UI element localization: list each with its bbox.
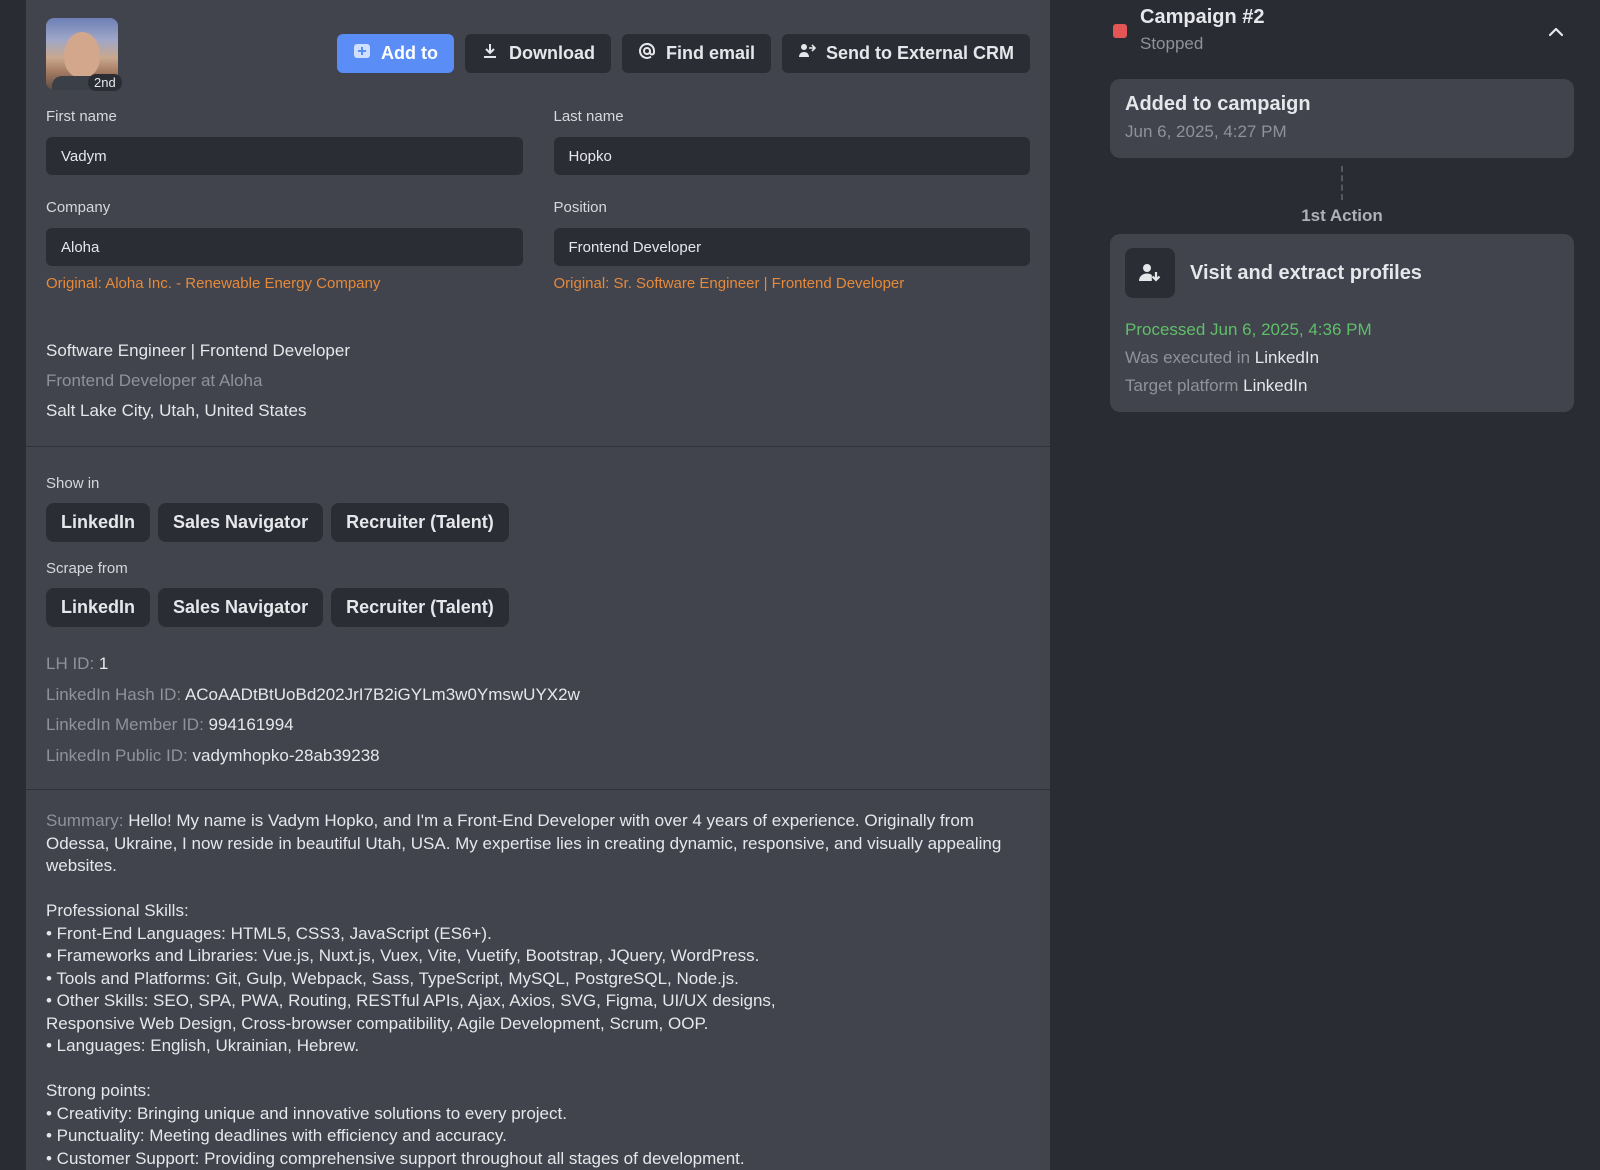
company-original: Original: Aloha Inc. - Renewable Energy … [46,275,381,292]
first-name-field[interactable]: Vadym [46,137,523,175]
send-crm-label: Send to External CRM [825,43,1014,63]
timeline-connector [1341,166,1343,200]
summary-label: Summary: [46,811,124,830]
download-button[interactable]: Download [464,34,611,73]
find-email-label: Find email [665,43,755,63]
platform-section: Show in LinkedIn Sales Navigator Recruit… [26,447,1050,789]
lh-id-label: LH ID: [46,654,95,673]
avatar-face [64,32,100,78]
lh-id-row: LH ID: 1 [46,649,1030,680]
added-date: Jun 6, 2025, 4:27 PM [1125,122,1287,141]
download-icon [481,42,499,65]
add-to-button[interactable]: Add to [336,34,454,73]
profile-ids: LH ID: 1 LinkedIn Hash ID: ACoAADtBtUoBd… [46,645,1030,789]
crm-users-icon [798,42,817,65]
lh-id-value: 1 [98,654,109,673]
public-id-value: vadymhopko-28ab39238 [192,745,380,765]
last-name-field[interactable]: Hopko [553,137,1030,175]
download-label: Download [508,43,595,63]
public-id-row: LinkedIn Public ID: vadymhopko-28ab39238 [46,741,1030,772]
public-id-label: LinkedIn Public ID: [46,745,188,765]
status-indicator [1113,24,1127,38]
add-to-icon [353,42,371,65]
added-to-campaign-card: Added to campaign Jun 6, 2025, 4:27 PM [1110,79,1574,158]
first-name-label: First name [46,108,117,125]
show-in-linkedin[interactable]: LinkedIn [46,503,151,542]
scrape-from-recruiter[interactable]: Recruiter (Talent) [331,588,509,627]
scrape-from-sales-navigator[interactable]: Sales Navigator [158,588,324,627]
last-name-label: Last name [553,108,624,125]
hash-id-value: ACoAADtBtUoBd202JrI7B2iGYLm3w0YmswUYX2w [184,684,580,704]
find-email-button[interactable]: Find email [621,34,771,73]
send-crm-button[interactable]: Send to External CRM [781,34,1030,73]
executed-in: Was executed in LinkedIn [1125,348,1559,368]
profile-panel: 2nd Add to Download Find email Send to E… [26,0,1050,1170]
processed-status: Processed Jun 6, 2025, 4:36 PM [1125,320,1372,339]
executed-label: Was executed in [1125,348,1251,367]
position-label: Position [553,199,607,216]
campaign-title: Campaign #2 [1140,6,1265,28]
target-value: LinkedIn [1243,376,1308,395]
at-sign-icon [638,42,656,65]
headline: Software Engineer | Frontend Developer [46,341,350,360]
campaign-status: Stopped [1140,34,1204,53]
position-field[interactable]: Frontend Developer [553,228,1030,266]
hash-id-label: LinkedIn Hash ID: [46,684,182,704]
profile-header: 2nd Add to Download Find email Send to E… [26,0,1050,108]
campaign-header[interactable]: Campaign #2 Stopped [1110,0,1574,66]
scrape-from-label: Scrape from [46,560,128,577]
profile-actions: Add to Download Find email Send to Exter… [336,34,1030,73]
action-card[interactable]: Visit and extract profiles Processed Jun… [1110,234,1574,412]
scrape-from-chips: LinkedIn Sales Navigator Recruiter (Tale… [46,588,1030,627]
profile-info: Software Engineer | Frontend Developer F… [26,306,1050,446]
member-id-value: 994161994 [208,715,294,734]
user-download-icon [1125,248,1175,298]
company-field[interactable]: Aloha [46,228,523,266]
target-platform: Target platform LinkedIn [1125,376,1559,396]
profile-fields: First name Vadym Last name Hopko Company… [26,108,1050,292]
action-title: Visit and extract profiles [1190,261,1422,284]
target-label: Target platform [1125,376,1239,395]
subheadline: Frontend Developer at Aloha [46,371,263,390]
campaign-panel: Campaign #2 Stopped Added to campaign Ju… [1110,0,1574,412]
summary-text: Hello! My name is Vadym Hopko, and I'm a… [46,811,1002,1168]
member-id-row: LinkedIn Member ID: 994161994 [46,710,1030,741]
location: Salt Lake City, Utah, United States [46,401,307,420]
action-order-label: 1st Action [1301,206,1383,225]
show-in-label: Show in [46,475,100,492]
position-original: Original: Sr. Software Engineer | Fronte… [553,275,905,292]
hash-id-row: LinkedIn Hash ID: ACoAADtBtUoBd202JrI7B2… [46,680,1030,711]
member-id-label: LinkedIn Member ID: [46,715,204,734]
show-in-sales-navigator[interactable]: Sales Navigator [158,503,324,542]
add-to-label: Add to [380,43,438,63]
show-in-recruiter[interactable]: Recruiter (Talent) [331,503,509,542]
chevron-up-icon[interactable] [1546,22,1566,42]
show-in-chips: LinkedIn Sales Navigator Recruiter (Tale… [46,503,1030,542]
added-title: Added to campaign [1125,93,1311,115]
summary: Summary: Hello! My name is Vadym Hopko, … [26,790,1050,1170]
connection-degree-badge: 2nd [88,74,122,91]
executed-value: LinkedIn [1254,348,1320,367]
scrape-from-linkedin[interactable]: LinkedIn [46,588,151,627]
company-label: Company [46,199,111,216]
